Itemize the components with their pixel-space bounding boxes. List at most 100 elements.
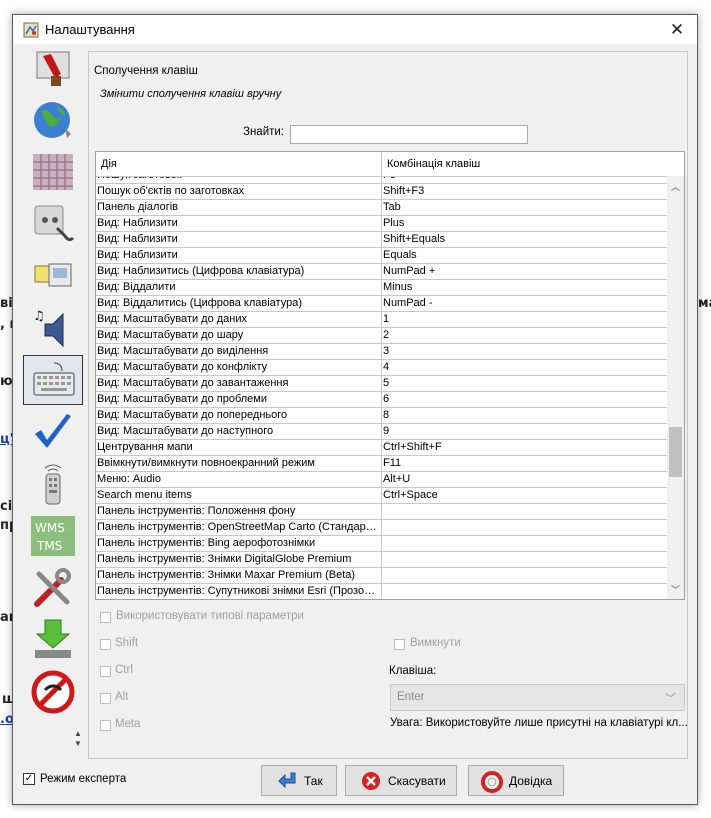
disable-checkbox[interactable]: [394, 639, 405, 650]
ok-button-label: Так: [304, 774, 323, 788]
sidebar-item-connection[interactable]: [23, 95, 83, 145]
column-divider: [381, 424, 382, 440]
globe-icon: [34, 102, 71, 138]
use-defaults-checkbox[interactable]: [100, 612, 111, 623]
sidebar-item-plugins[interactable]: [23, 199, 83, 249]
table-row[interactable]: Вид: Наблизити Plus: [96, 216, 667, 232]
combo-cell: 8: [383, 409, 390, 421]
action-cell: Вид: Масштабувати до проблеми: [97, 393, 268, 405]
close-button[interactable]: ✕: [657, 15, 697, 44]
speaker-icon: ♫: [33, 309, 64, 348]
action-cell: Search menu items: [97, 489, 192, 501]
checkmark-icon: [35, 414, 71, 448]
action-cell: Вид: Масштабувати до наступного: [97, 425, 274, 437]
sidebar-item-audio[interactable]: ♫: [23, 303, 83, 353]
column-divider: [381, 552, 382, 568]
column-divider: [381, 344, 382, 360]
use-defaults-label: Використовувати типові параметри: [116, 610, 304, 622]
table-row[interactable]: Вид: Наблизитись (Цифрова клавіатура) Num…: [96, 264, 667, 280]
table-row[interactable]: Панель інструментів: Знімки DigitalGlobe…: [96, 552, 667, 568]
action-cell: Панель інструментів: Bing аерофотознімки: [97, 537, 316, 549]
column-divider: [381, 472, 382, 488]
column-divider: [381, 536, 382, 552]
sidebar-item-validator[interactable]: [23, 407, 83, 457]
table-row[interactable]: Панель інструментів: OpenStreetMap Carto…: [96, 520, 667, 536]
sidebar-item-remote[interactable]: [23, 459, 83, 509]
key-select[interactable]: Enter ﹀: [390, 684, 685, 711]
shortcuts-table[interactable]: Пошук заготовокF3Пошук об'єктів по загот…: [95, 151, 685, 600]
title-bar[interactable]: Налаштування ✕: [13, 15, 697, 44]
combo-cell: 3: [383, 345, 390, 357]
table-row[interactable]: Вид: Віддалитись (Цифрова клавіатура) Num…: [96, 296, 667, 312]
sidebar-scroll-down-icon[interactable]: ▼: [71, 739, 85, 749]
table-row[interactable]: Вид: Наблизити Shift+Equals: [96, 232, 667, 248]
app-icon: [23, 22, 39, 38]
table-scrollbar[interactable]: ︿ ﹀: [667, 176, 684, 599]
shift-checkbox[interactable]: [100, 639, 111, 650]
ok-button[interactable]: Так: [261, 765, 337, 796]
meta-label: Meta: [115, 718, 141, 730]
preferences-sidebar[interactable]: ♫ WMS TMS: [21, 51, 85, 727]
expert-mode-checkbox[interactable]: ✓: [23, 773, 35, 785]
table-row[interactable]: Панель інструментів: Знімки Maxar Premiu…: [96, 568, 667, 584]
table-row[interactable]: Меню: Audio Alt+U: [96, 472, 667, 488]
table-row[interactable]: Вид: Наблизити Equals: [96, 248, 667, 264]
sidebar-item-downloads[interactable]: [23, 615, 83, 665]
column-divider: [381, 504, 382, 520]
column-divider: [381, 200, 382, 216]
shift-label: Shift: [115, 637, 139, 649]
no-phone-icon: [31, 670, 75, 714]
sidebar-item-disabled[interactable]: [23, 667, 83, 717]
checkmark-icon: ✓: [24, 773, 34, 784]
table-row[interactable]: Вид: Масштабувати до завантаження 5: [96, 376, 667, 392]
table-row[interactable]: Пошук об'єктів по заготовках Shift+F3: [96, 184, 667, 200]
action-cell: Ввімкнути/вимкнути повноекранний режим: [97, 457, 315, 469]
table-row[interactable]: Панель інструментів: Bing аерофотознімки: [96, 536, 667, 552]
find-label: Знайти:: [243, 126, 285, 138]
scrollbar-thumb[interactable]: [669, 427, 682, 477]
sidebar-item-shortcuts[interactable]: [23, 355, 83, 405]
column-divider: [381, 568, 382, 584]
combo-cell: 9: [383, 425, 390, 437]
column-divider: [381, 280, 382, 296]
table-row[interactable]: Вид: Віддалити Minus: [96, 280, 667, 296]
sidebar-item-advanced[interactable]: [23, 563, 83, 613]
table-row[interactable]: Вид: Масштабувати до виділення 3: [96, 344, 667, 360]
chevron-down-icon[interactable]: ﹀: [671, 583, 680, 596]
table-row[interactable]: Вид: Масштабувати до проблеми 6: [96, 392, 667, 408]
table-row[interactable]: Вид: Масштабувати до даних 1: [96, 312, 667, 328]
chevron-up-icon[interactable]: ︿: [671, 180, 680, 193]
cancel-button[interactable]: Скасувати: [345, 765, 457, 796]
sidebar-scroll-arrows[interactable]: ▲ ▼: [71, 729, 85, 759]
table-row[interactable]: Панель діалогів Tab: [96, 200, 667, 216]
alt-checkbox[interactable]: [100, 693, 111, 704]
header-action[interactable]: Дія: [101, 158, 117, 170]
search-input[interactable]: [290, 125, 528, 144]
table-row[interactable]: Search menu items Ctrl+Space: [96, 488, 667, 504]
key-select-value: Enter: [397, 691, 425, 703]
sidebar-item-imagery[interactable]: WMS TMS: [23, 511, 83, 561]
header-combo[interactable]: Комбінація клавіш: [387, 158, 480, 170]
alt-label: Alt: [115, 691, 129, 703]
help-button[interactable]: Довідка: [468, 765, 564, 796]
table-row[interactable]: Вид: Масштабувати до конфлікту 4: [96, 360, 667, 376]
table-row[interactable]: Вид: Масштабувати до наступного 9: [96, 424, 667, 440]
table-row[interactable]: Ввімкнути/вимкнути повноекранний режим F1…: [96, 456, 667, 472]
table-row[interactable]: Панель інструментів: Положення фону: [96, 504, 667, 520]
sidebar-item-remote-control[interactable]: [23, 251, 83, 301]
table-row[interactable]: Вид: Масштабувати до попереднього 8: [96, 408, 667, 424]
table-row[interactable]: Вид: Масштабувати до шару 2: [96, 328, 667, 344]
meta-checkbox[interactable]: [100, 720, 111, 731]
sidebar-item-projection[interactable]: [23, 147, 83, 197]
table-row[interactable]: Панель інструментів: Супутникові знімки …: [96, 584, 667, 599]
sidebar-item-display[interactable]: [23, 51, 83, 93]
tms-icon-text: TMS: [36, 539, 62, 553]
wms-icon-text: WMS: [35, 521, 65, 535]
action-cell: Центрування мапи: [97, 441, 193, 453]
sidebar-scroll-up-icon[interactable]: ▲: [71, 729, 85, 739]
combo-cell: 4: [383, 361, 390, 373]
ctrl-checkbox[interactable]: [100, 666, 111, 677]
combo-cell: Tab: [383, 201, 401, 213]
table-row[interactable]: Центрування мапи Ctrl+Shift+F: [96, 440, 667, 456]
column-divider: [381, 584, 382, 599]
